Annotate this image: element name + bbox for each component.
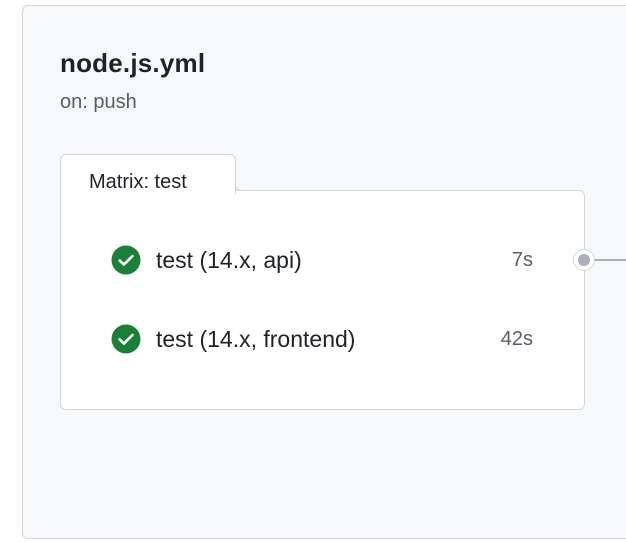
workflow-trigger: on: push (60, 91, 137, 113)
check-circle-icon (111, 324, 141, 354)
job-name: test (14.x, frontend) (156, 325, 356, 352)
connector-node (573, 249, 595, 271)
job-test-14x-frontend[interactable]: test (14.x, frontend) 42s (111, 323, 535, 355)
connector-line (594, 259, 626, 261)
job-duration: 7s (511, 248, 533, 271)
job-test-14x-api[interactable]: test (14.x, api) 7s (111, 244, 535, 276)
workflow-graph-page: node.js.yml on: push Matrix: test test (… (0, 0, 626, 542)
job-duration: 42s (500, 327, 533, 350)
connector-node-dot (578, 254, 590, 266)
matrix-job-group (60, 190, 585, 410)
job-name: test (14.x, api) (156, 246, 302, 273)
check-circle-icon (111, 245, 141, 275)
matrix-tab-notch (235, 172, 273, 191)
matrix-label: Matrix: test (89, 171, 187, 193)
matrix-tab: Matrix: test (60, 154, 236, 194)
workflow-title[interactable]: node.js.yml (60, 48, 205, 79)
